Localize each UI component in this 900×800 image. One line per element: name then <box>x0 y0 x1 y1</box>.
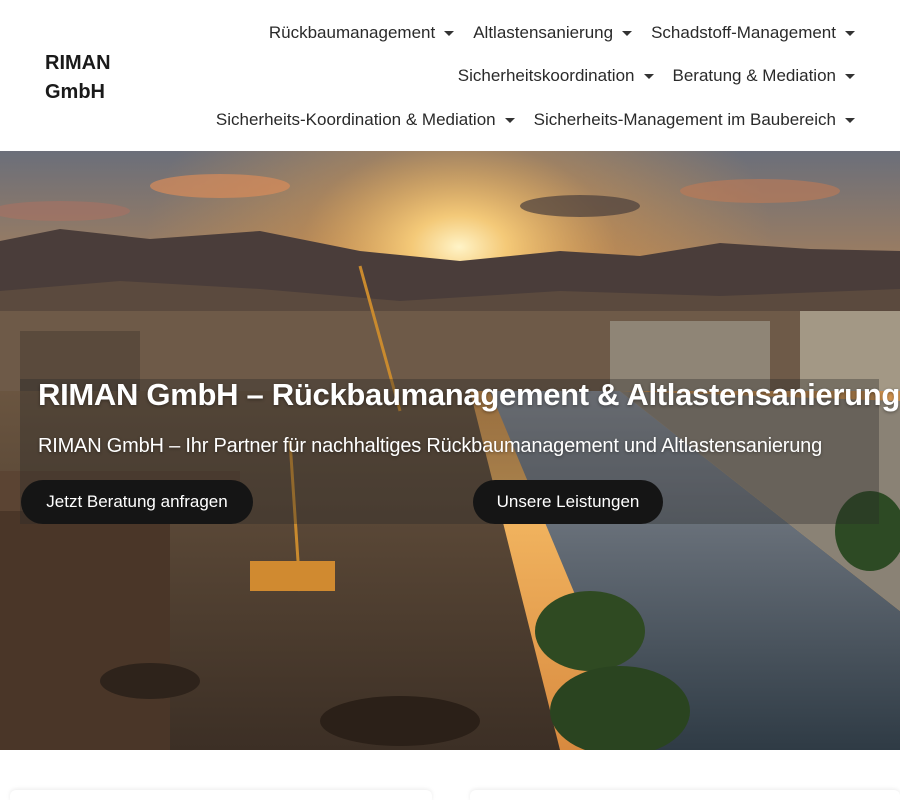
content-card <box>470 790 900 800</box>
logo-line-1: RIMAN <box>45 52 111 74</box>
nav-item-schadstoff-management[interactable]: Schadstoff-Management <box>651 20 855 46</box>
request-consultation-button[interactable]: Jetzt Beratung anfragen <box>21 480 253 524</box>
caret-down-icon <box>622 30 633 36</box>
nav-row-2: Sicherheitskoordination Beratung & Media… <box>458 63 855 89</box>
nav-item-rueckbaumanagement[interactable]: Rückbaumanagement <box>268 20 455 46</box>
nav-item-sicherheits-koordination-mediation[interactable]: Sicherheits-Koordination & Mediation <box>216 107 515 133</box>
nav-label: Sicherheitskoordination <box>457 66 635 85</box>
caret-down-icon <box>444 30 455 36</box>
caret-down-icon <box>643 73 654 79</box>
caret-down-icon <box>845 73 855 79</box>
nav-label: Schadstoff-Management <box>651 23 836 42</box>
caret-down-icon <box>845 117 855 123</box>
nav-row-1: Rückbaumanagement Altlastensanierung Sch… <box>269 20 855 46</box>
nav-label: Beratung & Mediation <box>672 66 837 85</box>
our-services-button[interactable]: Unsere Leistungen <box>473 480 663 524</box>
nav-item-altlastensanierung[interactable]: Altlastensanierung <box>473 20 633 46</box>
logo-line-2: GmbH <box>45 81 105 103</box>
nav-item-sicherheitskoordination[interactable]: Sicherheitskoordination <box>458 63 654 89</box>
caret-down-icon <box>845 30 855 36</box>
content-card <box>10 790 432 800</box>
logo[interactable]: RIMAN GmbH <box>45 49 135 107</box>
hero-subtitle: RIMAN GmbH – Ihr Partner für nachhaltige… <box>38 435 823 457</box>
nav-label: Sicherheits-Management im Baubereich <box>533 110 836 129</box>
nav-label: Sicherheits-Koordination & Mediation <box>215 110 496 129</box>
nav-item-beratung-mediation[interactable]: Beratung & Mediation <box>672 63 855 89</box>
caret-down-icon <box>504 117 515 123</box>
nav-label: Rückbaumanagement <box>268 23 436 42</box>
nav-label: Altlastensanierung <box>473 23 614 42</box>
nav-item-sicherheits-management-baubereich[interactable]: Sicherheits-Management im Baubereich <box>534 107 855 133</box>
hero-section: RIMAN GmbH – Rückbaumanagement & Altlast… <box>0 151 900 750</box>
hero-title: RIMAN GmbH – Rückbaumanagement & Altlast… <box>38 377 900 412</box>
nav-row-3: Sicherheits-Koordination & Mediation Sic… <box>216 107 855 133</box>
site-header: RIMAN GmbH Rückbaumanagement Altlastensa… <box>0 0 900 151</box>
